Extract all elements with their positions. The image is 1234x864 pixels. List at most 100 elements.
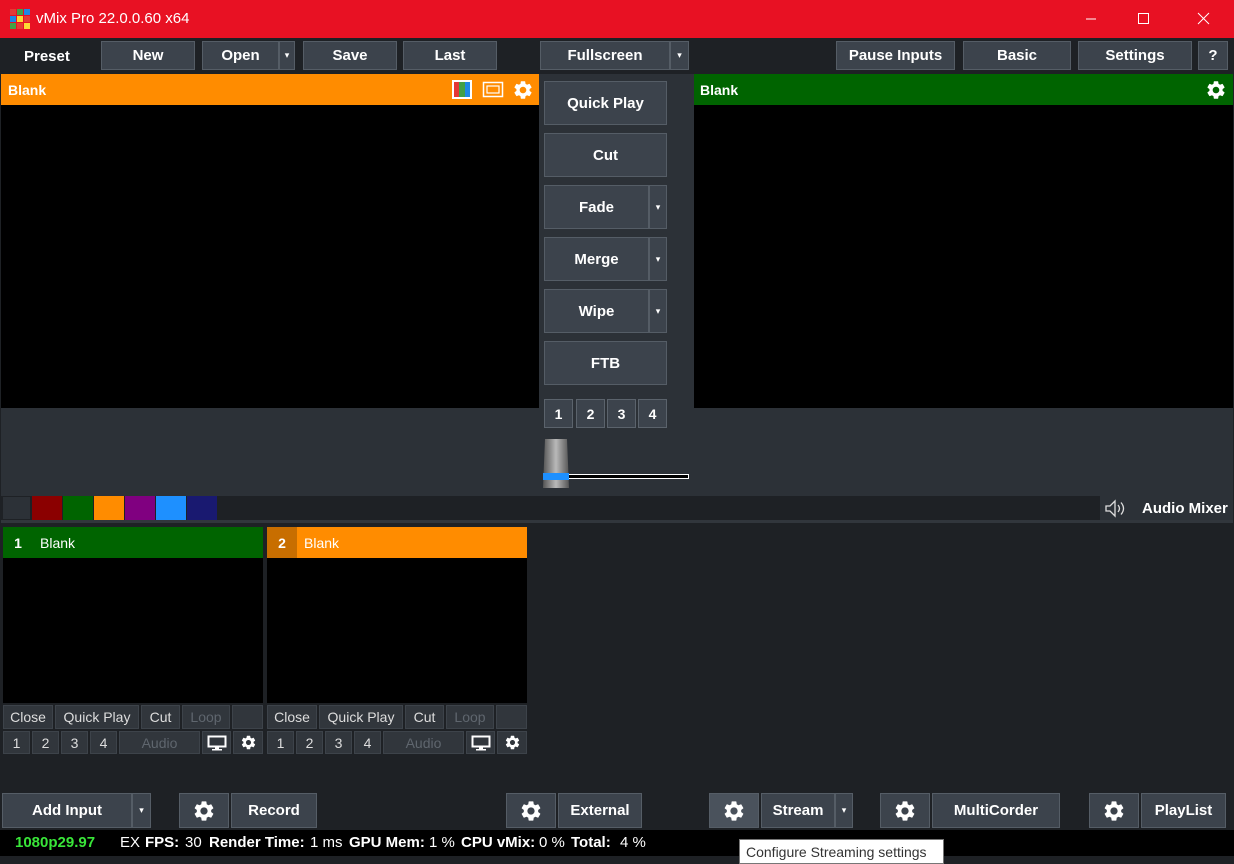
transition-1-button[interactable]: 1 — [544, 399, 573, 428]
merge-dropdown-button[interactable]: ▾ — [649, 237, 667, 281]
audio-mixer-label: Audio Mixer — [1142, 500, 1228, 517]
input-1-close-button[interactable]: Close — [3, 705, 53, 729]
settings-button[interactable]: Settings — [1078, 41, 1192, 70]
input-1-name: Blank — [40, 535, 76, 551]
minimize-button[interactable] — [1068, 0, 1114, 38]
input-1-quick-play-button[interactable]: Quick Play — [55, 705, 139, 729]
new-button[interactable]: New — [101, 41, 195, 70]
input-2-loop-button[interactable]: Loop — [446, 705, 494, 729]
last-button[interactable]: Last — [403, 41, 497, 70]
input-2-cut-button[interactable]: Cut — [405, 705, 444, 729]
transition-2-button[interactable]: 2 — [576, 399, 605, 428]
input-1-video[interactable] — [3, 558, 263, 703]
input-2-name: Blank — [304, 535, 340, 551]
status-gpu-label: GPU Mem: — [349, 834, 425, 851]
wipe-dropdown-button[interactable]: ▾ — [649, 289, 667, 333]
input-1-audio-button[interactable]: Audio — [119, 731, 200, 754]
close-window-button[interactable] — [1180, 0, 1226, 38]
fade-dropdown-button[interactable]: ▾ — [649, 185, 667, 229]
save-button[interactable]: Save — [303, 41, 397, 70]
help-button[interactable]: ? — [1198, 41, 1228, 70]
input-1-overlay-4-button[interactable]: 4 — [90, 731, 117, 754]
input-2-video[interactable] — [267, 558, 527, 703]
quick-play-button[interactable]: Quick Play — [544, 81, 667, 125]
input-1-overlay-3-button[interactable]: 3 — [61, 731, 88, 754]
color-tag-purple[interactable] — [125, 496, 155, 520]
gear-icon — [895, 800, 915, 821]
add-input-dropdown-button[interactable]: ▾ — [132, 793, 151, 828]
status-cpu-label: CPU vMix: — [461, 834, 536, 851]
preview-video[interactable] — [1, 105, 539, 408]
input-2-extra-button[interactable] — [496, 705, 527, 729]
color-tag-orange[interactable] — [94, 496, 124, 520]
input-2-monitor-button[interactable] — [466, 731, 495, 754]
stream-button[interactable]: Stream — [761, 793, 835, 828]
t-bar-track — [568, 474, 689, 479]
pause-inputs-button[interactable]: Pause Inputs — [836, 41, 955, 70]
input-2-overlay-1-button[interactable]: 1 — [267, 731, 294, 754]
input-1-overlay-1-button[interactable]: 1 — [3, 731, 30, 754]
status-total-label: Total: — [571, 834, 611, 851]
open-dropdown-button[interactable]: ▾ — [279, 41, 295, 70]
input-2-audio-button[interactable]: Audio — [383, 731, 464, 754]
input-2-overlay-3-button[interactable]: 3 — [325, 731, 352, 754]
input-2-close-button[interactable]: Close — [267, 705, 317, 729]
color-tag-red[interactable] — [32, 496, 62, 520]
external-settings-button[interactable] — [506, 793, 556, 828]
input-1-extra-button[interactable] — [232, 705, 263, 729]
color-tag-all[interactable] — [2, 496, 31, 520]
input-1-cut-button[interactable]: Cut — [141, 705, 180, 729]
input-2-settings-button[interactable] — [497, 731, 527, 754]
color-tag-icon[interactable] — [452, 80, 472, 99]
basic-button[interactable]: Basic — [963, 41, 1071, 70]
tooltip: Configure Streaming settings — [739, 839, 944, 864]
external-button[interactable]: External — [558, 793, 642, 828]
gear-icon — [505, 735, 519, 750]
multicorder-settings-button[interactable] — [880, 793, 930, 828]
status-cpu: 0 % — [539, 834, 565, 851]
input-2-number: 2 — [267, 527, 297, 558]
t-bar-handle[interactable] — [541, 439, 571, 488]
cut-button[interactable]: Cut — [544, 133, 667, 177]
color-tag-navy[interactable] — [187, 496, 217, 520]
input-2-overlay-2-button[interactable]: 2 — [296, 731, 323, 754]
output-video[interactable] — [694, 105, 1233, 408]
transition-3-button[interactable]: 3 — [607, 399, 636, 428]
playlist-button[interactable]: PlayList — [1141, 793, 1226, 828]
status-fps: 30 — [185, 834, 202, 851]
monitor-icon — [471, 735, 490, 750]
input-2-quick-play-button[interactable]: Quick Play — [319, 705, 403, 729]
gear-icon[interactable] — [512, 79, 534, 101]
safe-area-icon[interactable] — [482, 80, 504, 99]
open-button[interactable]: Open — [202, 41, 279, 70]
fade-button[interactable]: Fade — [544, 185, 649, 229]
merge-button[interactable]: Merge — [544, 237, 649, 281]
record-settings-button[interactable] — [179, 793, 229, 828]
output-title: Blank — [700, 82, 739, 98]
gear-icon[interactable] — [1205, 79, 1227, 101]
input-1-overlay-2-button[interactable]: 2 — [32, 731, 59, 754]
transition-4-button[interactable]: 4 — [638, 399, 667, 428]
input-1-loop-button[interactable]: Loop — [182, 705, 230, 729]
fullscreen-button[interactable]: Fullscreen — [540, 41, 670, 70]
record-button[interactable]: Record — [231, 793, 317, 828]
fullscreen-dropdown-button[interactable]: ▾ — [670, 41, 689, 70]
monitor-icon — [207, 735, 226, 750]
multicorder-button[interactable]: MultiCorder — [932, 793, 1060, 828]
preset-label[interactable]: Preset — [24, 48, 70, 65]
input-1-monitor-button[interactable] — [202, 731, 231, 754]
playlist-settings-button[interactable] — [1089, 793, 1139, 828]
input-1-settings-button[interactable] — [233, 731, 263, 754]
color-tag-green[interactable] — [63, 496, 93, 520]
audio-mixer-button[interactable]: Audio Mixer — [1100, 496, 1233, 521]
wipe-button[interactable]: Wipe — [544, 289, 649, 333]
stream-dropdown-button[interactable]: ▾ — [835, 793, 853, 828]
color-tag-blue[interactable] — [156, 496, 186, 520]
add-input-button[interactable]: Add Input — [2, 793, 132, 828]
status-render-label: Render Time: — [209, 834, 305, 851]
ftb-button[interactable]: FTB — [544, 341, 667, 385]
input-2-overlay-4-button[interactable]: 4 — [354, 731, 381, 754]
maximize-button[interactable] — [1120, 0, 1166, 38]
stream-settings-button[interactable] — [709, 793, 759, 828]
title-bar: vMix Pro 22.0.0.60 x64 — [0, 0, 1234, 38]
